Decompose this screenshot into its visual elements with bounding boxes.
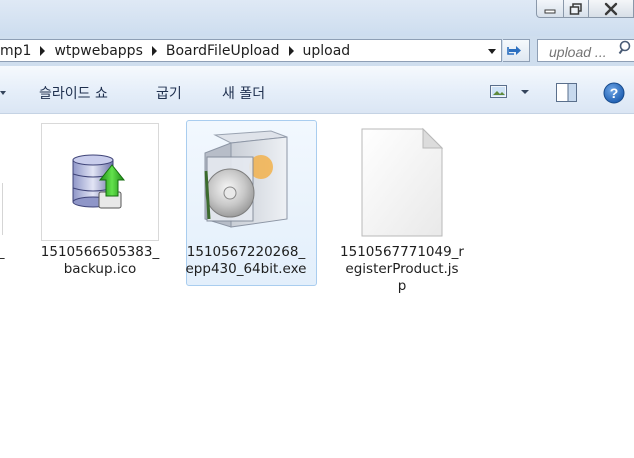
- breadcrumb-item-wtpwebapps[interactable]: wtpwebapps: [47, 43, 149, 59]
- view-options-dropdown-icon[interactable]: [521, 90, 529, 94]
- refresh-icon: [507, 45, 521, 55]
- new-folder-button[interactable]: 새 폴더: [222, 83, 265, 103]
- window-controls: [536, 0, 634, 20]
- breadcrumb-item-boardfileupload[interactable]: BoardFileUpload: [159, 43, 287, 59]
- close-button[interactable]: [588, 0, 634, 18]
- svg-text:?: ?: [610, 85, 619, 101]
- address-history-dropdown-icon[interactable]: [488, 49, 496, 54]
- breadcrumb-chevron-icon[interactable]: [288, 45, 294, 56]
- command-toolbar: 슬라이드 쇼 굽기 새 폴더 ?: [0, 66, 634, 114]
- software-box-cd-icon: [204, 130, 288, 228]
- breadcrumb-item-upload[interactable]: upload: [296, 43, 358, 59]
- file-item-registerproduct-jsp[interactable]: 1510567771049_r egisterProduct.js p: [340, 123, 473, 313]
- file-name: 1510566505383_ backup.ico: [40, 244, 160, 277]
- breadcrumb[interactable]: mp1 wtpwebapps BoardFileUpload upload: [0, 39, 502, 62]
- breadcrumb-item-mp1[interactable]: mp1: [0, 43, 38, 59]
- file-name: 1510567220268_ epp430_64bit.exe: [185, 244, 307, 277]
- blank-document-icon: [361, 127, 444, 237]
- preview-pane-icon[interactable]: [556, 83, 578, 107]
- file-name: _: [0, 245, 5, 260]
- file-thumbnail: [187, 123, 305, 241]
- file-name: 1510567771049_r egisterProduct.js p: [340, 244, 464, 294]
- address-bar: mp1 wtpwebapps BoardFileUpload upload: [0, 36, 634, 66]
- help-icon[interactable]: ?: [603, 82, 625, 108]
- file-list-view: _ 1510566505383_ backup.ico: [0, 114, 634, 458]
- burn-button[interactable]: 굽기: [156, 83, 182, 103]
- title-bar: [0, 0, 634, 36]
- file-item-epp430-exe[interactable]: 1510567220268_ epp430_64bit.exe: [186, 120, 317, 293]
- refresh-button[interactable]: [503, 39, 530, 62]
- restore-icon: [569, 2, 582, 15]
- file-item-backup-ico[interactable]: 1510566505383_ backup.ico: [41, 123, 171, 293]
- search-icon[interactable]: [618, 40, 632, 60]
- close-icon: [604, 2, 618, 15]
- minimize-icon: [544, 9, 556, 13]
- breadcrumb-chevron-icon[interactable]: [151, 45, 157, 56]
- change-view-icon[interactable]: [490, 84, 508, 103]
- organize-dropdown-icon[interactable]: [0, 91, 6, 95]
- database-upload-icon: [72, 154, 126, 209]
- file-thumbnail: [0, 183, 3, 235]
- file-thumbnail: [41, 123, 159, 241]
- slideshow-button[interactable]: 슬라이드 쇼: [39, 83, 108, 103]
- file-thumbnail: [343, 123, 461, 241]
- minimize-button[interactable]: [536, 0, 564, 18]
- breadcrumb-chevron-icon[interactable]: [40, 45, 46, 56]
- maximize-button[interactable]: [563, 0, 589, 18]
